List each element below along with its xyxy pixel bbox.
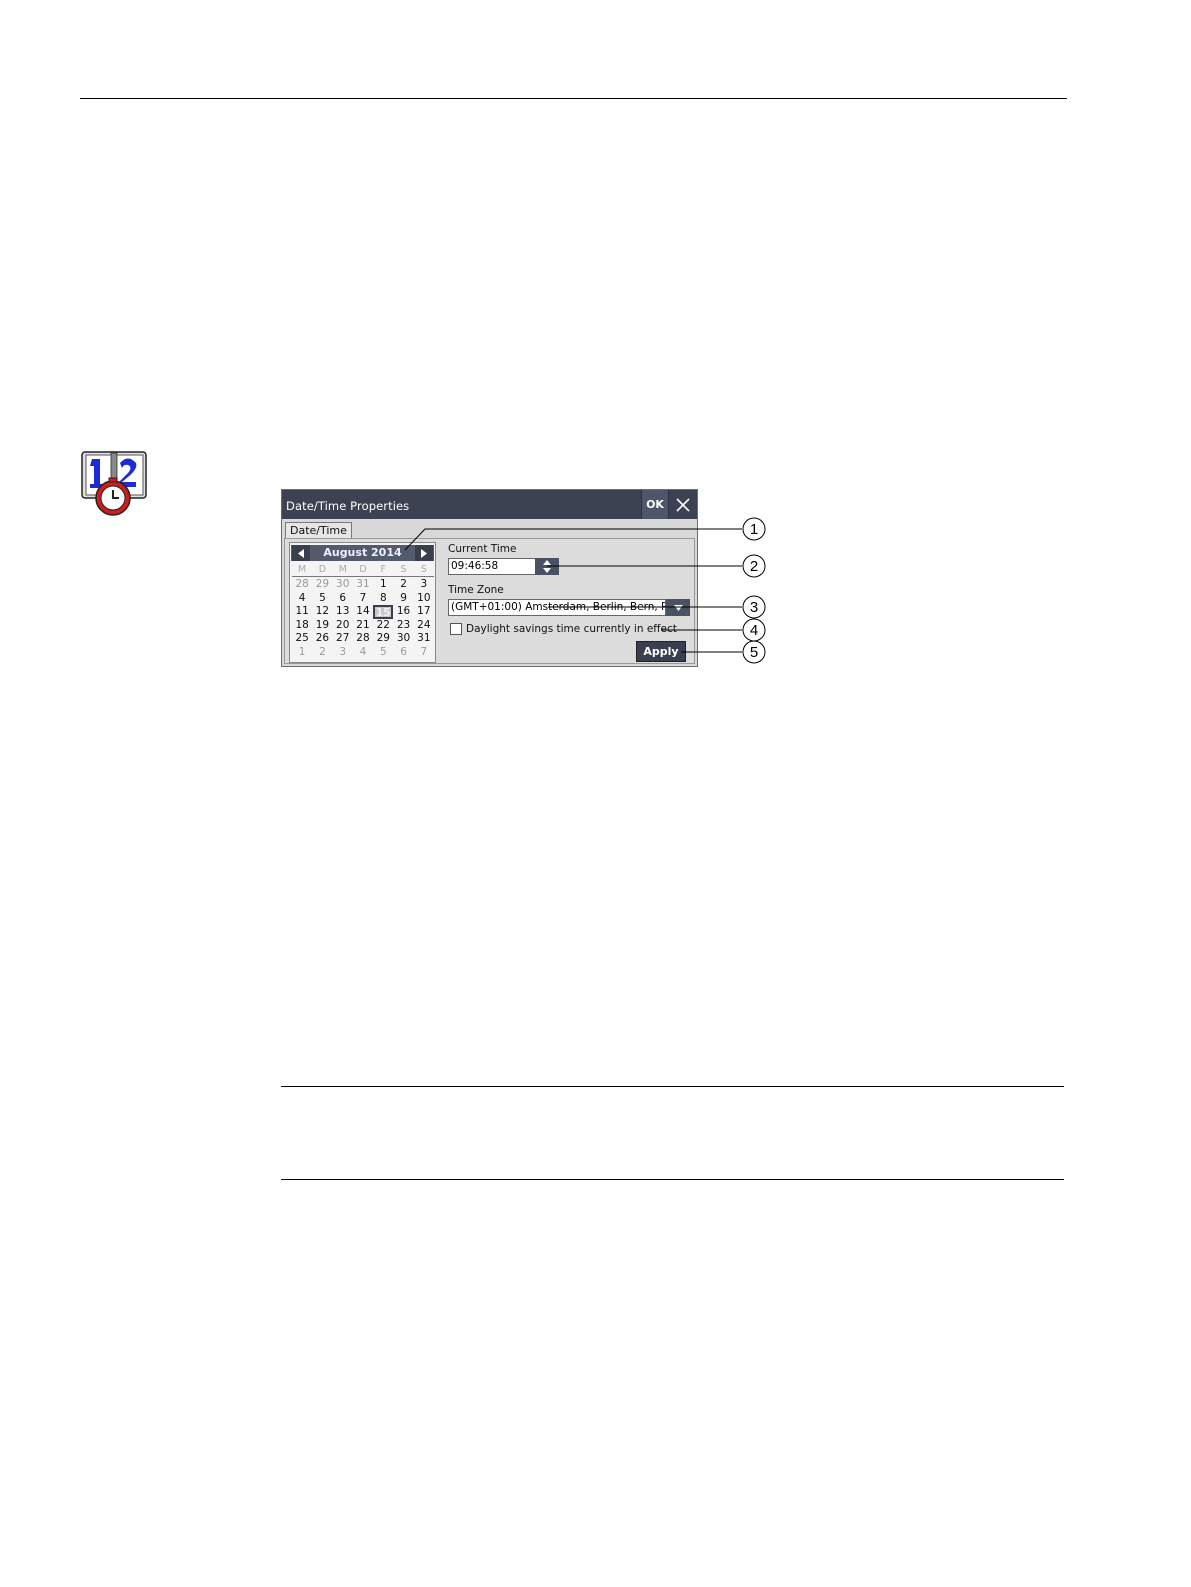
calendar-day[interactable]: 17 — [414, 605, 434, 619]
calendar-weekday: F — [380, 564, 387, 575]
calendar-day[interactable]: 21 — [353, 619, 373, 633]
close-button[interactable] — [669, 490, 697, 519]
callout-circle-5 — [742, 640, 766, 664]
calendar-day-grid: 28 29 30 31 1 2 3 4 5 6 7 8 9 10 11 12 13 14 15 16 17 18 19 20 2… — [292, 578, 434, 662]
calendar-day[interactable]: 25 — [292, 632, 312, 646]
calendar-day[interactable]: 6 — [393, 646, 413, 660]
calendar-day[interactable]: 6 — [333, 592, 353, 606]
calendar-weekday: M — [298, 564, 307, 575]
calendar-weekday: D — [318, 564, 327, 575]
chevron-down-icon — [673, 604, 683, 611]
calendar-day[interactable]: 12 — [312, 605, 332, 619]
calendar-weekday: S — [420, 564, 427, 575]
calendar-weekday: D — [359, 564, 367, 575]
time-zone-select[interactable]: (GMT+01:00) Amsterdam, Berlin, Bern, Rom — [448, 599, 666, 616]
time-zone-dropdown-button[interactable] — [666, 599, 690, 616]
daylight-savings-checkbox[interactable] — [450, 623, 462, 635]
callout-number-5: 5 — [750, 644, 758, 661]
calendar-day[interactable]: 9 — [393, 592, 413, 606]
callout-circle-1 — [742, 517, 766, 541]
calendar-day[interactable]: 2 — [312, 646, 332, 660]
callouts: 1 2 3 4 5 — [404, 517, 766, 664]
calendar-day[interactable]: 16 — [393, 605, 413, 619]
calendar-day-selected[interactable]: 15 — [373, 605, 394, 619]
tab-date-time[interactable]: Date/Time — [285, 522, 352, 539]
date-time-app-icon — [81, 451, 147, 516]
dialog-titlebar: Date/Time Properties OK — [282, 490, 697, 519]
time-zone-label: Time Zone — [448, 584, 504, 596]
calendar: August 2014 MDMDFSS 28 29 30 31 1 2 3 4 5 6 7 8 9 10 1… — [289, 542, 436, 663]
calendar-day[interactable]: 8 — [373, 592, 393, 606]
calendar-day[interactable]: 31 — [414, 632, 434, 646]
calendar-day[interactable]: 30 — [333, 578, 353, 592]
calendar-month-label[interactable]: August 2014 — [311, 545, 414, 561]
calendar-day[interactable]: 1 — [373, 578, 393, 592]
calendar-day[interactable]: 28 — [353, 632, 373, 646]
ok-button[interactable]: OK — [641, 490, 669, 519]
calendar-day[interactable]: 28 — [292, 578, 312, 592]
date-time-properties-dialog: Date/Time Properties OK Date/Time August… — [281, 489, 698, 667]
callout-circle-4 — [742, 618, 766, 642]
apply-button[interactable]: Apply — [636, 641, 686, 662]
calendar-day[interactable]: 13 — [333, 605, 353, 619]
calendar-day[interactable]: 31 — [353, 578, 373, 592]
calendar-day[interactable]: 26 — [312, 632, 332, 646]
calendar-day[interactable]: 4 — [292, 592, 312, 606]
calendar-day[interactable]: 7 — [353, 592, 373, 606]
calendar-day[interactable]: 11 — [292, 605, 312, 619]
next-month-button[interactable] — [415, 545, 433, 561]
note-rule-bottom — [281, 1179, 1064, 1180]
current-time-input[interactable]: 09:46:58 — [448, 558, 536, 575]
calendar-day[interactable]: 29 — [312, 578, 332, 592]
triangle-left-icon — [298, 548, 304, 558]
time-spin-buttons[interactable] — [535, 558, 559, 575]
calendar-day[interactable]: 29 — [373, 632, 393, 646]
calendar-weekday: S — [400, 564, 407, 575]
close-icon — [676, 497, 690, 512]
note-rule-top — [281, 1086, 1064, 1087]
calendar-day[interactable]: 3 — [414, 578, 434, 592]
header-rule — [80, 98, 1067, 99]
callout-number-4: 4 — [750, 622, 758, 639]
calendar-day[interactable]: 3 — [333, 646, 353, 660]
previous-month-button[interactable] — [292, 545, 310, 561]
callout-number-2: 2 — [750, 558, 758, 575]
callout-circle-2 — [742, 554, 766, 578]
spin-up-icon — [543, 559, 551, 565]
spin-down-icon — [543, 568, 551, 574]
calendar-day[interactable]: 19 — [312, 619, 332, 633]
current-time-label: Current Time — [448, 543, 517, 555]
calendar-day[interactable]: 5 — [373, 646, 393, 660]
calendar-day[interactable]: 18 — [292, 619, 312, 633]
calendar-day[interactable]: 27 — [333, 632, 353, 646]
calendar-day[interactable]: 20 — [333, 619, 353, 633]
calendar-day[interactable]: 24 — [414, 619, 434, 633]
calendar-weekday: M — [338, 564, 347, 575]
calendar-day[interactable]: 23 — [393, 619, 413, 633]
calendar-header: August 2014 — [291, 545, 434, 561]
daylight-savings-label: Daylight savings time currently in effec… — [466, 623, 677, 635]
calendar-day[interactable]: 4 — [353, 646, 373, 660]
calendar-day[interactable]: 5 — [312, 592, 332, 606]
calendar-weekdays: MDMDFSS — [292, 565, 434, 577]
calendar-day[interactable]: 1 — [292, 646, 312, 660]
callout-number-3: 3 — [750, 599, 758, 616]
triangle-right-icon — [421, 548, 427, 558]
dialog-title: Date/Time Properties — [286, 499, 410, 513]
callout-number-1: 1 — [750, 521, 758, 538]
calendar-day[interactable]: 10 — [414, 592, 434, 606]
callout-circle-3 — [742, 595, 766, 619]
calendar-day[interactable]: 2 — [393, 578, 413, 592]
calendar-day[interactable]: 30 — [393, 632, 413, 646]
calendar-day[interactable]: 7 — [414, 646, 434, 660]
calendar-day[interactable]: 14 — [353, 605, 373, 619]
calendar-day[interactable]: 22 — [373, 619, 393, 633]
